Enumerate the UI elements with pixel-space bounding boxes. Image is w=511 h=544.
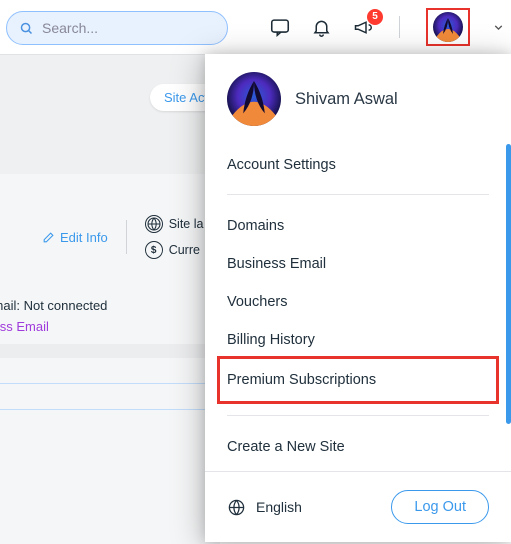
menu-create-site[interactable]: Create a New Site bbox=[227, 428, 489, 466]
divider bbox=[399, 16, 400, 38]
language-selector[interactable]: English bbox=[227, 498, 302, 517]
list-rows bbox=[0, 344, 240, 410]
search-input[interactable] bbox=[42, 20, 215, 36]
menu-vouchers[interactable]: Vouchers bbox=[227, 283, 489, 321]
chat-icon[interactable] bbox=[269, 16, 291, 38]
notification-badge: 5 bbox=[367, 9, 383, 25]
avatar-button[interactable] bbox=[433, 12, 463, 42]
user-name: Shivam Aswal bbox=[295, 90, 398, 109]
panel-scrollbar[interactable] bbox=[506, 144, 511, 424]
account-dropdown-panel: Shivam Aswal Account Settings Domains Bu… bbox=[205, 54, 511, 542]
edit-info-link[interactable]: Edit Info bbox=[42, 230, 108, 245]
divider bbox=[126, 220, 127, 254]
menu-premium-subscriptions[interactable]: Premium Subscriptions bbox=[217, 356, 499, 404]
email-status-text: ess Email: Not connected bbox=[0, 296, 107, 317]
menu-divider bbox=[227, 194, 489, 195]
search-icon bbox=[19, 21, 34, 36]
bell-icon[interactable] bbox=[311, 17, 332, 38]
globe-icon bbox=[227, 498, 246, 517]
logout-button[interactable]: Log Out bbox=[391, 490, 489, 524]
menu-account-settings[interactable]: Account Settings bbox=[227, 146, 489, 184]
site-info-row: Site la bbox=[145, 215, 204, 233]
menu-billing-history[interactable]: Billing History bbox=[227, 321, 489, 359]
currency-row: $ Curre bbox=[145, 241, 204, 259]
language-label: English bbox=[256, 499, 302, 515]
megaphone-icon[interactable]: 5 bbox=[352, 17, 373, 38]
chevron-down-icon[interactable] bbox=[492, 21, 505, 34]
menu-divider bbox=[227, 415, 489, 416]
email-status: ess Email: Not connected Business Email bbox=[0, 296, 107, 338]
connect-email-link[interactable]: Business Email bbox=[0, 317, 107, 338]
avatar-large bbox=[227, 72, 281, 126]
currency-icon: $ bbox=[145, 241, 163, 259]
globe-icon bbox=[145, 215, 163, 233]
menu-domains[interactable]: Domains bbox=[227, 207, 489, 245]
search-bar[interactable] bbox=[6, 11, 228, 45]
edit-label: Edit Info bbox=[60, 230, 108, 245]
menu-business-email[interactable]: Business Email bbox=[227, 245, 489, 283]
avatar-button-highlight bbox=[426, 8, 470, 46]
